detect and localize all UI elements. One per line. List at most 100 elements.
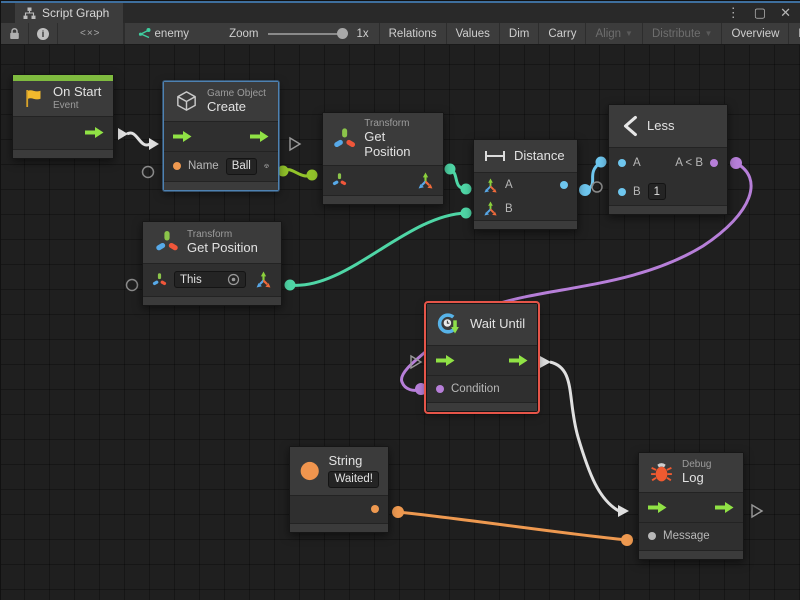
maximize-icon[interactable]: ▢ [754, 5, 766, 21]
condition-input-port[interactable] [436, 385, 444, 393]
zoom-value: 1x [356, 28, 368, 40]
align-button: Align▼ [586, 23, 643, 44]
code-icon: <×> [80, 28, 101, 39]
transform-input-port[interactable] [332, 172, 347, 188]
input-a-label: A [633, 157, 641, 169]
overview-button[interactable]: Overview [722, 23, 789, 44]
node-debug-log[interactable]: Debug Log Message [638, 452, 744, 560]
code-view-button[interactable]: <×> [58, 23, 124, 44]
node-footer [164, 182, 278, 190]
float-output-port[interactable] [560, 181, 568, 189]
node-create-game-object[interactable]: Game Object Create Name Ball [163, 81, 279, 191]
flow-output-port[interactable] [715, 501, 734, 514]
node-distance[interactable]: Distance A B [473, 139, 578, 230]
float-input-port-a[interactable] [618, 159, 626, 167]
graph-breadcrumb[interactable]: enemy [125, 23, 202, 44]
node-wait-until[interactable]: Wait Until Condition [426, 303, 538, 412]
node-footer [427, 403, 537, 411]
tab-script-graph[interactable]: Script Graph [15, 3, 123, 23]
graph-name: enemy [155, 28, 190, 40]
zoom-slider-knob[interactable] [337, 28, 348, 39]
target-field[interactable]: This [174, 271, 246, 288]
string-output-port[interactable] [371, 505, 379, 513]
b-value-field[interactable]: 1 [648, 183, 666, 200]
info-icon: i [37, 28, 49, 40]
transform-icon [333, 126, 356, 152]
transform-icon [155, 229, 179, 255]
node-on-start[interactable]: On Start Event [12, 74, 114, 159]
node-subtitle: Event [53, 100, 101, 112]
carry-button[interactable]: Carry [539, 23, 586, 44]
unity-script-graph-window: Script Graph ⋮ ▢ ✕ i <×> [0, 0, 800, 600]
vector3-input-port[interactable] [483, 201, 498, 216]
node-footer [290, 524, 388, 532]
node-string-literal[interactable]: String Waited! [289, 446, 389, 533]
tab-bar: Script Graph ⋮ ▢ ✕ [1, 3, 800, 23]
less-than-icon [621, 114, 639, 138]
node-footer [474, 221, 577, 229]
node-title: Log [682, 471, 711, 486]
lock-icon [9, 27, 20, 40]
wait-clock-icon [437, 312, 462, 337]
string-icon [299, 458, 320, 484]
tab-title: Script Graph [42, 6, 109, 20]
fullscreen-button[interactable]: Full Screen [789, 23, 800, 44]
message-label: Message [663, 530, 710, 542]
node-title: Get Position [187, 241, 258, 256]
cube-icon [174, 89, 199, 114]
vector3-input-port[interactable] [483, 178, 498, 193]
condition-label: Condition [451, 383, 500, 395]
node-footer [143, 297, 281, 305]
bool-output-port[interactable] [710, 159, 718, 167]
flow-input-port[interactable] [648, 501, 667, 514]
input-b-label: B [505, 203, 513, 215]
transform-input-port[interactable] [152, 272, 167, 288]
tabbar-spacer [123, 3, 726, 23]
graph-toolbar: i <×> enemy Zoom 1x Relations Values Dim… [1, 23, 800, 45]
flow-input-port[interactable] [436, 354, 455, 367]
info-button[interactable]: i [29, 23, 58, 44]
distribute-button: Distribute▼ [643, 23, 723, 44]
flow-output-port[interactable] [509, 354, 528, 367]
chevron-down-icon: ▼ [625, 29, 633, 38]
node-title: Create [207, 100, 266, 115]
flow-output-port[interactable] [250, 130, 269, 143]
chevron-down-icon: ▼ [705, 29, 713, 38]
values-button[interactable]: Values [447, 23, 500, 44]
node-title: Distance [514, 149, 565, 164]
node-title: On Start [53, 85, 101, 100]
message-input-port[interactable] [648, 532, 656, 540]
relations-button[interactable]: Relations [380, 23, 447, 44]
node-footer [323, 196, 443, 204]
node-footer [609, 206, 727, 214]
node-title: Wait Until [470, 317, 525, 332]
float-input-port-b[interactable] [618, 188, 626, 196]
target-value: This [180, 274, 202, 286]
zoom-control: Zoom 1x [201, 23, 380, 44]
node-get-position-top[interactable]: Transform Get Position [322, 112, 444, 205]
window-menu-icon[interactable]: ⋮ [727, 5, 740, 21]
string-value-field[interactable]: Waited! [328, 471, 379, 488]
dim-button[interactable]: Dim [500, 23, 539, 44]
node-less[interactable]: Less A A < B B 1 [608, 104, 728, 215]
string-input-port[interactable] [173, 162, 181, 170]
name-field[interactable]: Ball [226, 158, 257, 175]
flag-icon [21, 87, 45, 109]
lock-button[interactable] [1, 23, 29, 44]
output-label: A < B [675, 157, 703, 169]
bug-icon [649, 459, 674, 485]
flow-input-port[interactable] [173, 130, 192, 143]
vector3-output-port[interactable] [417, 172, 434, 189]
game-object-type-icon [264, 158, 269, 174]
node-get-position-bottom[interactable]: Transform Get Position This [142, 221, 282, 306]
zoom-slider[interactable] [268, 33, 346, 35]
input-b-label: B [633, 186, 641, 198]
vector3-output-port[interactable] [255, 271, 272, 288]
flow-output-port[interactable] [85, 126, 104, 139]
input-a-label: A [505, 179, 513, 191]
name-port-label: Name [188, 160, 219, 172]
graph-node-icon [137, 27, 151, 40]
close-icon[interactable]: ✕ [780, 5, 791, 21]
zoom-label: Zoom [229, 28, 258, 40]
object-picker-icon[interactable] [227, 273, 240, 286]
